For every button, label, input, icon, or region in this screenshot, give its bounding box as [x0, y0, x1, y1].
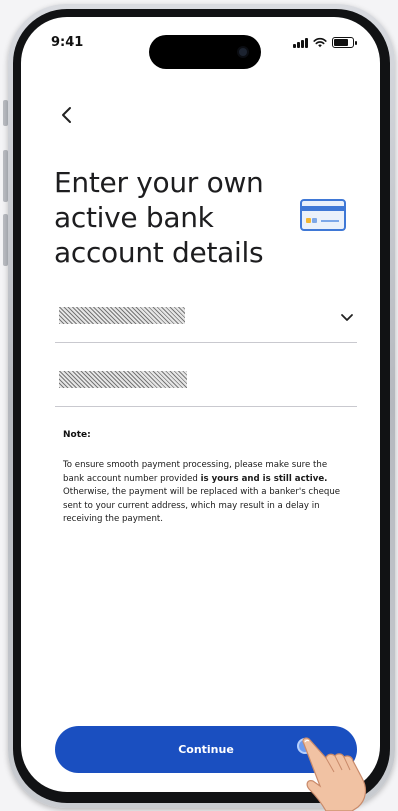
account-number-value: xxxxxxxxxxxxxxxxx — [59, 371, 187, 388]
app-screen: 9:41 Enter your own active bank account … — [21, 17, 380, 792]
camera-icon — [237, 46, 249, 58]
pointing-hand-icon — [302, 737, 367, 811]
note-text: To ensure smooth payment processing, ple… — [63, 459, 349, 527]
note-text-bold: is yours and is still active. — [200, 473, 328, 484]
device-mockup: 9:41 Enter your own active bank account … — [0, 0, 398, 811]
page-title: Enter your own active bank account detai… — [54, 165, 284, 270]
chevron-left-icon[interactable] — [55, 103, 79, 127]
bank-select[interactable]: xxxxxxxxxxxxxxxxx — [55, 299, 357, 343]
title-line-2: active bank — [54, 201, 214, 234]
cellular-signal-icon — [293, 37, 308, 48]
account-number-field[interactable]: xxxxxxxxxxxxxxxxx — [55, 363, 357, 407]
title-line-1: Enter your own — [54, 166, 264, 199]
wifi-icon — [313, 37, 327, 48]
title-line-3: account details — [54, 236, 264, 269]
note-text-part-2: Otherwise, the payment will be replaced … — [63, 487, 341, 525]
status-icons — [293, 37, 357, 48]
dynamic-island — [149, 35, 261, 69]
bank-card-icon — [300, 199, 346, 231]
note-title: Note: — [63, 430, 91, 440]
status-time: 9:41 — [51, 35, 84, 50]
chevron-down-icon — [341, 314, 353, 321]
bank-select-value: xxxxxxxxxxxxxxxxx — [59, 307, 185, 324]
battery-icon — [332, 37, 357, 48]
